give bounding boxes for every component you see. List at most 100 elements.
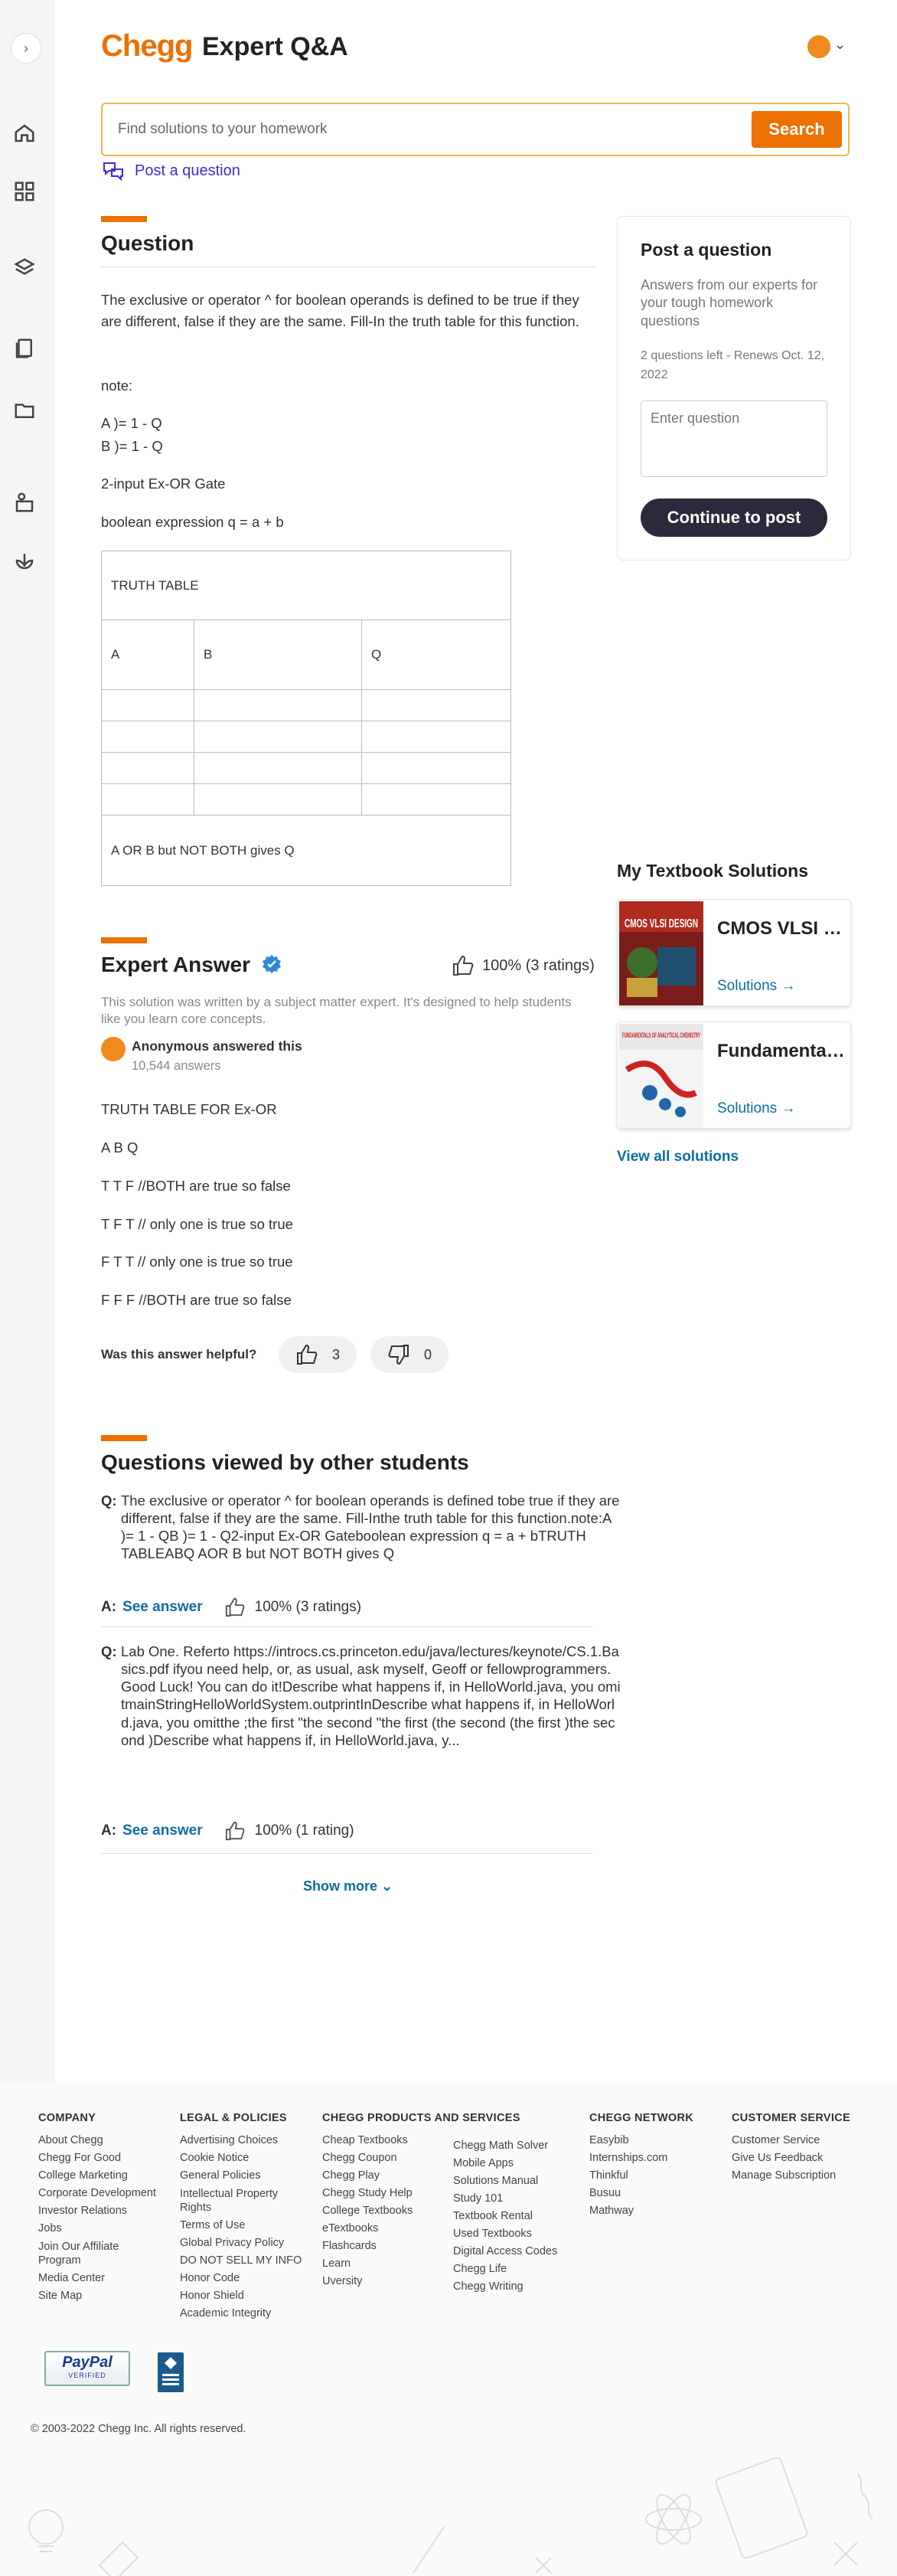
paypal-verified-badge[interactable]: PayPal VERIFIED bbox=[44, 2351, 130, 2386]
see-answer-link[interactable]: See answer bbox=[122, 1599, 203, 1616]
page-title: Expert Q&A bbox=[202, 32, 348, 61]
footer-link[interactable]: Terms of Use bbox=[180, 2217, 302, 2234]
footer-link[interactable]: Site Map bbox=[38, 2287, 156, 2305]
footer-link[interactable]: Solutions Manual bbox=[453, 2172, 557, 2190]
footer-link[interactable]: Mathway bbox=[589, 2202, 693, 2220]
folder-icon[interactable] bbox=[9, 395, 40, 426]
footer-link[interactable]: Honor Shield bbox=[180, 2287, 302, 2305]
footer-link[interactable]: Give Us Feedback bbox=[732, 2149, 850, 2167]
answer-line: F T T // only one is true so true bbox=[101, 1254, 293, 1270]
table-header: Q bbox=[361, 619, 511, 690]
see-answer-link[interactable]: See answer bbox=[122, 1822, 203, 1839]
expand-sidebar-button[interactable]: › bbox=[11, 33, 41, 64]
post-question-link[interactable]: Post a question bbox=[103, 161, 240, 181]
footer-column: COMPANY About Chegg Chegg For Good Colle… bbox=[38, 2112, 156, 2305]
footer-link[interactable]: Internships.com bbox=[589, 2149, 693, 2167]
thumbs-up-icon bbox=[225, 1821, 245, 1841]
footer-link[interactable]: Chegg Life bbox=[453, 2261, 557, 2278]
chevron-down-icon[interactable]: ⌄ bbox=[834, 37, 846, 53]
footer: COMPANY About Chegg Chegg For Good Colle… bbox=[0, 2083, 897, 2576]
question-textarea[interactable] bbox=[641, 400, 827, 477]
footer-link[interactable]: Corporate Development bbox=[38, 2185, 156, 2202]
footer-link[interactable]: Mobile Apps bbox=[453, 2155, 557, 2172]
flashcards-icon[interactable] bbox=[9, 333, 40, 364]
footer-link[interactable]: DO NOT SELL MY INFO bbox=[180, 2252, 302, 2270]
footer-link[interactable]: Media Center bbox=[38, 2270, 156, 2287]
viewed-rating: 100% (1 rating) bbox=[254, 1822, 354, 1839]
search-input[interactable] bbox=[118, 118, 654, 141]
book-cover-title: FUNDAMENTALS OF ANALYTICAL CHEMISTRY bbox=[622, 1031, 700, 1039]
footer-heading: COMPANY bbox=[38, 2112, 96, 2124]
footer-link[interactable]: Customer Service bbox=[732, 2132, 850, 2149]
thumbs-up-icon bbox=[225, 1597, 245, 1617]
textbook-card[interactable]: FUNDAMENTALS OF ANALYTICAL CHEMISTRY Fun… bbox=[617, 1022, 851, 1129]
footer-link[interactable]: Honor Code bbox=[180, 2270, 302, 2287]
footer-link[interactable]: Global Privacy Policy bbox=[180, 2234, 302, 2252]
like-button[interactable]: 3 bbox=[279, 1336, 357, 1373]
home-icon[interactable] bbox=[9, 118, 40, 149]
footer-link[interactable]: Join Our Affiliate Program bbox=[38, 2240, 138, 2267]
answer-author: Anonymous answered this bbox=[132, 1038, 302, 1054]
footer-link[interactable]: Used Textbooks bbox=[453, 2225, 557, 2243]
dislike-button[interactable]: 0 bbox=[370, 1336, 449, 1373]
search-button[interactable]: Search bbox=[752, 111, 842, 148]
copyright: © 2003-2022 Chegg Inc. All rights reserv… bbox=[31, 2423, 246, 2435]
book-cover-image: CMOS VLSI DESIGN bbox=[619, 901, 703, 1005]
show-more-button[interactable]: Show more ⌄ bbox=[303, 1878, 393, 1894]
avatar[interactable] bbox=[807, 35, 830, 58]
layers-icon[interactable] bbox=[9, 253, 40, 283]
footer-link[interactable]: Digital Access Codes bbox=[453, 2243, 557, 2261]
divider bbox=[101, 266, 595, 267]
answer-line: T F T // only one is true so true bbox=[101, 1216, 293, 1232]
footer-link[interactable]: Chegg Writing bbox=[453, 2278, 557, 2296]
section-accent bbox=[101, 1435, 147, 1441]
thumbs-up-icon bbox=[297, 1344, 318, 1365]
solutions-link[interactable]: Solutions → bbox=[717, 1100, 795, 1117]
footer-link[interactable]: Textbook Rental bbox=[453, 2208, 557, 2225]
truth-table: TRUTH TABLE A B Q A OR B but NOT BOTH gi… bbox=[101, 551, 511, 886]
solutions-link[interactable]: Solutions → bbox=[717, 978, 795, 995]
footer-link[interactable]: Academic Integrity bbox=[180, 2305, 302, 2323]
footer-link[interactable]: Cookie Notice bbox=[180, 2149, 302, 2167]
footer-link[interactable]: General Policies bbox=[180, 2167, 302, 2185]
decorative-doodles bbox=[28, 2457, 873, 2576]
viewed-question-text: The exclusive or operator ^ for boolean … bbox=[121, 1492, 620, 1562]
footer-link[interactable]: Manage Subscription bbox=[732, 2167, 850, 2185]
practice-icon[interactable] bbox=[9, 487, 40, 518]
footer-column: LEGAL & POLICIES Advertising Choices Coo… bbox=[180, 2112, 302, 2323]
footer-link[interactable]: Easybib bbox=[589, 2132, 693, 2149]
paypal-sub: VERIFIED bbox=[68, 2372, 106, 2379]
answer-disclaimer: This solution was written by a subject m… bbox=[101, 995, 572, 1027]
footer-link[interactable]: Advertising Choices bbox=[180, 2132, 302, 2149]
paypal-label: PayPal bbox=[62, 2354, 113, 2371]
grid-icon[interactable] bbox=[9, 176, 40, 207]
view-all-solutions-link[interactable]: View all solutions bbox=[617, 1149, 739, 1165]
questions-left: 2 questions left - Renews Oct. 12, 2022 bbox=[641, 349, 825, 381]
question-paragraph: B )= 1 - Q bbox=[101, 438, 163, 454]
footer-link[interactable]: Chegg For Good bbox=[38, 2149, 156, 2167]
footer-link[interactable]: Chegg Math Solver bbox=[453, 2137, 557, 2155]
footer-link[interactable]: Investor Relations bbox=[38, 2202, 156, 2220]
viewed-question[interactable]: Q: Lab One. Referto https://introcs.cs.p… bbox=[101, 1643, 621, 1749]
footer-link[interactable]: Intellectual Property Rights bbox=[180, 2187, 295, 2215]
continue-to-post-button[interactable]: Continue to post bbox=[641, 499, 827, 537]
footer-link[interactable]: Jobs bbox=[38, 2220, 156, 2238]
footer-link[interactable]: Study 101 bbox=[453, 2190, 557, 2208]
footer-link[interactable]: Thinkful bbox=[589, 2167, 693, 2185]
divider bbox=[101, 1626, 592, 1627]
wellness-icon[interactable] bbox=[9, 545, 40, 576]
bbb-seal-icon[interactable] bbox=[158, 2352, 184, 2392]
a-label: A: bbox=[101, 1822, 117, 1839]
viewed-question-text: Lab One. Referto https://introcs.cs.prin… bbox=[121, 1643, 621, 1748]
chegg-logo[interactable]: Chegg bbox=[101, 29, 193, 64]
viewed-question[interactable]: Q: The exclusive or operator ^ for boole… bbox=[101, 1492, 621, 1563]
footer-link[interactable]: College Marketing bbox=[38, 2167, 156, 2185]
footer-link[interactable]: Busuu bbox=[589, 2185, 693, 2202]
textbook-card[interactable]: CMOS VLSI DESIGN CMOS VLSI Design Soluti… bbox=[617, 899, 851, 1006]
footer-link[interactable]: About Chegg bbox=[38, 2132, 156, 2149]
helpful-label: Was this answer helpful? bbox=[101, 1347, 257, 1362]
dislike-count: 0 bbox=[424, 1346, 432, 1362]
post-card-description: Answers from our experts for your tough … bbox=[641, 277, 818, 329]
verified-badge-icon bbox=[263, 955, 281, 973]
viewed-rating: 100% (3 ratings) bbox=[254, 1599, 362, 1615]
